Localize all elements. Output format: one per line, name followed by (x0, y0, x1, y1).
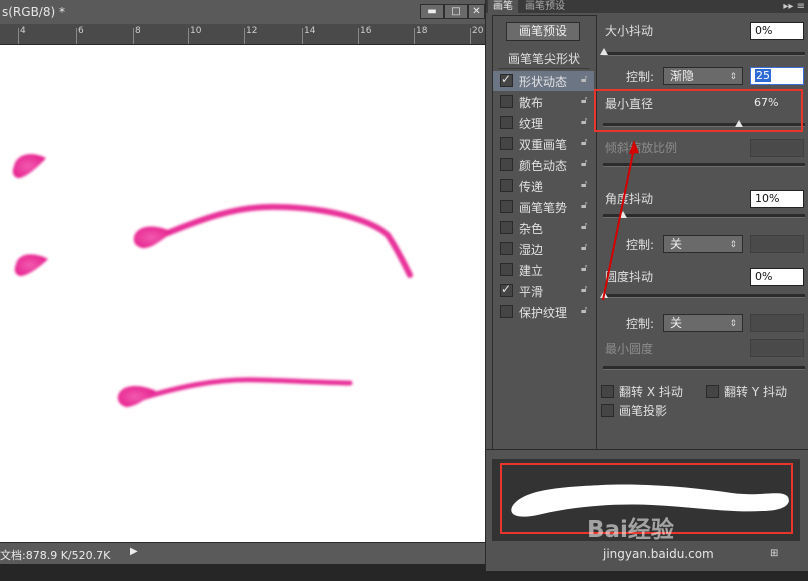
annotation-arrow (602, 140, 639, 301)
new-brush-icon[interactable]: ⊞ (770, 548, 778, 559)
baidu-watermark: Bai经验 (587, 517, 674, 543)
baidu-watermark-url: jingyan.baidu.com (603, 547, 714, 561)
